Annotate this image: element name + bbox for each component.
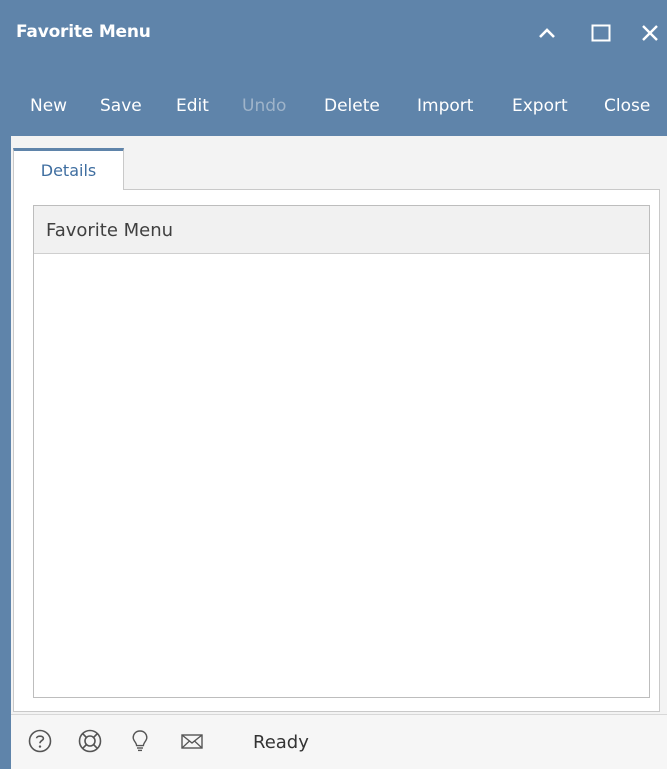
maximize-button[interactable] (584, 16, 618, 50)
undo-button[interactable]: Undo (242, 96, 286, 116)
title-bar: Favorite Menu (0, 0, 667, 70)
status-text: Ready (253, 732, 309, 753)
collapse-icon (539, 28, 555, 38)
close-window-button[interactable] (633, 16, 667, 50)
favorite-menu-grid[interactable]: Favorite Menu (33, 205, 650, 698)
support-icon[interactable] (77, 728, 103, 754)
collapse-button[interactable] (530, 16, 564, 50)
import-button[interactable]: Import (417, 96, 473, 116)
delete-button[interactable]: Delete (324, 96, 380, 116)
mail-icon[interactable] (179, 728, 205, 754)
maximize-icon (591, 24, 611, 42)
grid-column-header-label: Favorite Menu (46, 220, 174, 241)
close-button[interactable]: Close (604, 96, 650, 116)
status-bar: Ready (11, 714, 667, 769)
window-title: Favorite Menu (16, 22, 151, 42)
tab-details-label: Details (40, 161, 97, 180)
help-icon[interactable] (27, 728, 53, 754)
grid-column-header[interactable]: Favorite Menu (34, 206, 649, 254)
favorite-menu-window: Favorite Menu New Save Edit Undo Delete … (0, 0, 667, 769)
close-icon (642, 25, 658, 41)
idea-icon[interactable] (127, 728, 153, 754)
edit-button[interactable]: Edit (176, 96, 209, 116)
tab-details[interactable]: Details (13, 148, 124, 190)
save-button[interactable]: Save (100, 96, 142, 116)
new-button[interactable]: New (30, 96, 67, 116)
toolbar: New Save Edit Undo Delete Import Export … (0, 78, 667, 136)
export-button[interactable]: Export (512, 96, 568, 116)
